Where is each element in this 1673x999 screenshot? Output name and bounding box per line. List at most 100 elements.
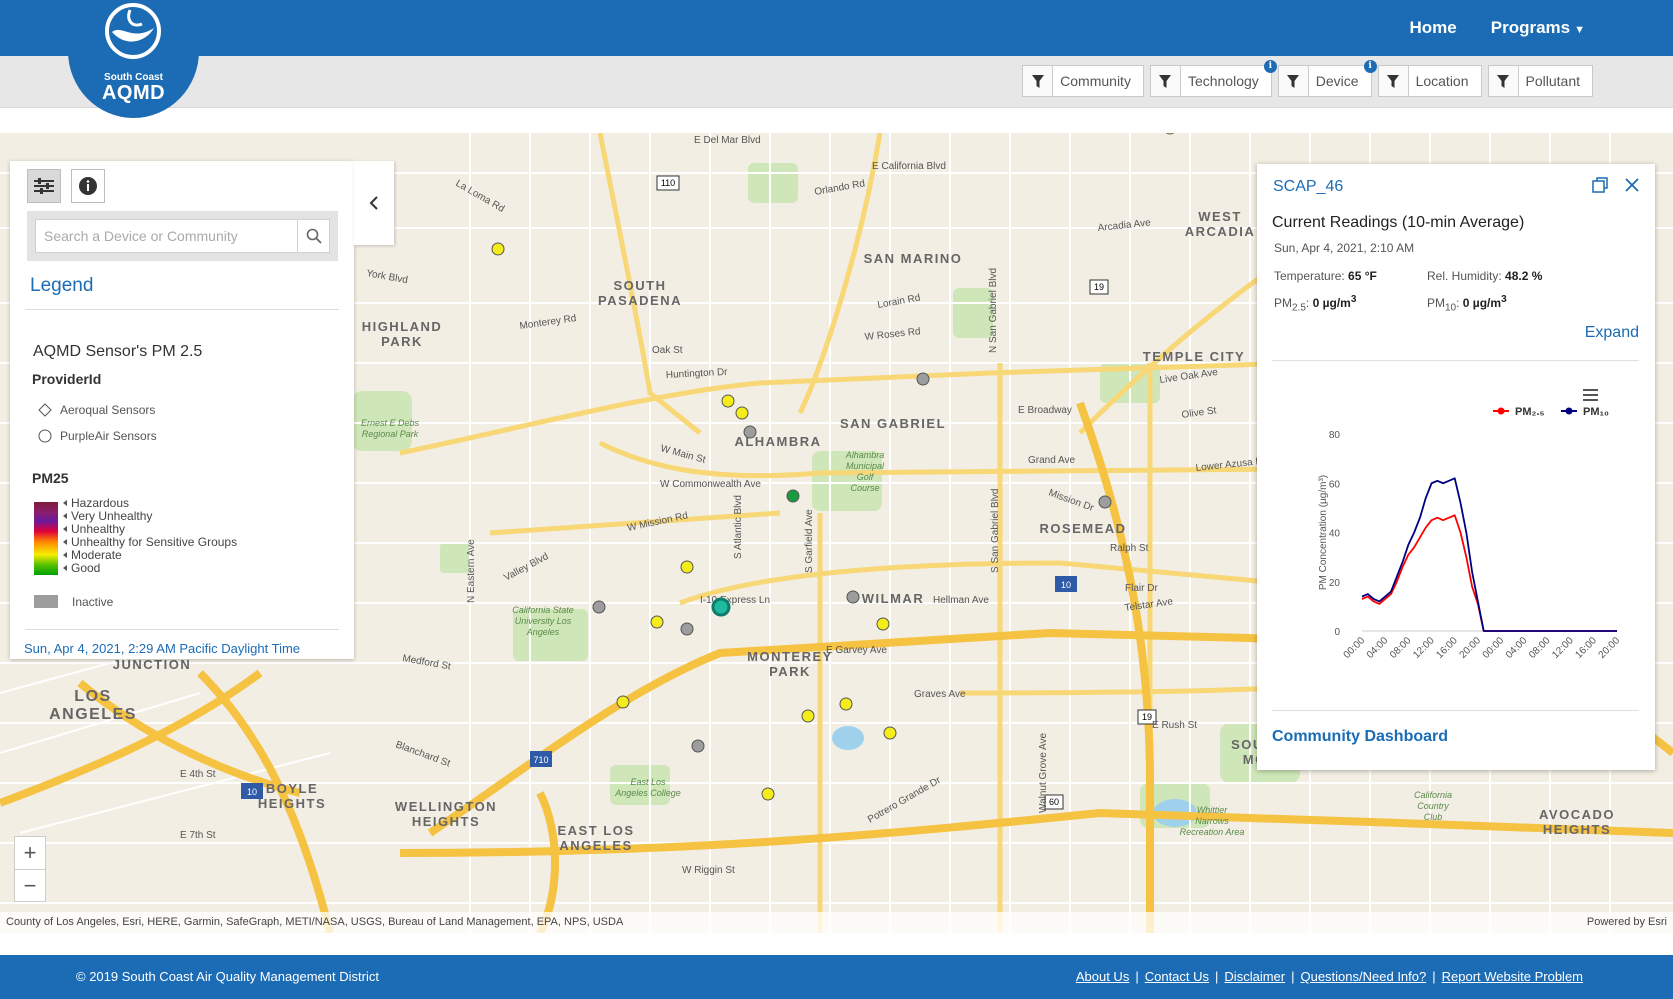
- filter-label: Device: [1315, 73, 1359, 89]
- shield-110: 110: [661, 178, 675, 188]
- place-elac-1: East Los: [630, 777, 666, 787]
- footer-link-disclaimer[interactable]: Disclaimer: [1218, 969, 1291, 984]
- legend-aeroqual-label: Aeroqual Sensors: [60, 403, 156, 417]
- place-golf-1: Alhambra: [845, 450, 885, 460]
- place-golf-2: Municipal: [846, 461, 885, 471]
- close-popup-button[interactable]: [1623, 176, 1641, 194]
- street-walnut-grove: Walnut Grove Ave: [1038, 733, 1049, 813]
- filter-device[interactable]: Device i: [1277, 60, 1377, 97]
- nav-home[interactable]: Home: [1410, 18, 1457, 38]
- popup-actions: [1591, 176, 1641, 194]
- dock-icon: [1592, 177, 1608, 193]
- label-east-los-angeles: EAST LOS: [557, 823, 634, 838]
- legend-label: PM₂.₅: [1515, 406, 1545, 418]
- logo-text-big: AQMD: [101, 82, 166, 104]
- chevron-left-icon: [369, 196, 378, 210]
- diamond-icon: [38, 403, 52, 417]
- filter-community[interactable]: Community: [1022, 65, 1144, 97]
- label-east-los-angeles-2: ANGELES: [559, 838, 632, 853]
- inactive-label: Inactive: [72, 595, 114, 609]
- label-west-arcadia: WEST: [1198, 209, 1242, 224]
- layers-toggle-button[interactable]: [27, 169, 61, 203]
- street-riggin: W Riggin St: [682, 865, 735, 876]
- divider: [25, 629, 339, 630]
- inactive-swatch: [34, 595, 58, 608]
- pm10-label: PM: [1427, 296, 1445, 310]
- aqmd-logo[interactable]: South Coast AQMD: [68, 0, 199, 118]
- powered-by-esri[interactable]: Powered by Esri: [1587, 916, 1667, 928]
- filter-bar: Community Technology i Device i Location Pollu…: [0, 56, 1673, 108]
- legend-title[interactable]: Legend: [30, 275, 93, 297]
- place-debs-1: Ernest E Debs: [361, 418, 420, 428]
- footer-link-contact-us[interactable]: Contact Us: [1139, 969, 1215, 984]
- pm-class-very-unhealthy: Very Unhealthy: [68, 509, 152, 523]
- filter-technology[interactable]: Technology i: [1149, 60, 1277, 97]
- legend-swatch-marker: [1565, 407, 1573, 415]
- place-ccc-3: Club: [1424, 812, 1443, 822]
- search-icon: [306, 228, 322, 244]
- sensor-marker-moderate: [1165, 133, 1175, 135]
- x-tick-label: 12:00: [1411, 635, 1437, 661]
- zoom-in-button[interactable]: +: [15, 837, 45, 869]
- shield-710: 710: [533, 755, 548, 765]
- filter-pollutant[interactable]: Pollutant: [1487, 65, 1593, 97]
- filter-label: Technology: [1187, 73, 1259, 89]
- filter-location[interactable]: Location: [1377, 65, 1482, 97]
- place-whittier-3: Recreation Area: [1180, 827, 1245, 837]
- pm-class-good: Good: [68, 561, 100, 575]
- info-badge-icon[interactable]: i: [1263, 60, 1277, 73]
- legend-field-title: ProviderId: [32, 371, 102, 387]
- sensor-marker-moderate: [721, 394, 735, 408]
- sensor-marker-moderate: [650, 615, 664, 629]
- info-badge-icon[interactable]: i: [1363, 60, 1377, 73]
- street-medford: Medford St: [401, 653, 451, 672]
- place-ccc-2: Country: [1417, 801, 1449, 811]
- nav-programs-label: Programs: [1490, 18, 1571, 37]
- expand-link[interactable]: Expand: [1585, 324, 1639, 342]
- pm-class-hazardous: Hazardous: [68, 496, 129, 510]
- filter-icon: [1488, 66, 1519, 96]
- street-e-del-mar: E Del Mar Blvd: [694, 135, 761, 146]
- shield-10b: 10: [247, 787, 257, 797]
- filter-label: Location: [1415, 73, 1469, 89]
- divider: [1272, 360, 1639, 361]
- street-la-loma: La Loma Rd: [454, 178, 507, 215]
- x-tick-label: 20:00: [1597, 635, 1623, 661]
- label-rosemead: ROSEMEAD: [1039, 521, 1126, 536]
- sensor-marker-moderate: [616, 695, 630, 709]
- street-blanchard: Blanchard St: [394, 739, 452, 769]
- sensor-marker-moderate: [839, 697, 853, 711]
- community-dashboard-link[interactable]: Community Dashboard: [1272, 728, 1448, 746]
- place-whittier-1: Whittier: [1197, 805, 1229, 815]
- nav-programs[interactable]: Programs ▼: [1491, 18, 1585, 38]
- x-tick-label: 12:00: [1550, 635, 1576, 661]
- footer-link-report-website-problem[interactable]: Report Website Problem: [1436, 969, 1589, 984]
- zoom-out-button[interactable]: −: [15, 869, 45, 901]
- chart-menu-icon[interactable]: [1583, 389, 1598, 401]
- search-container: [27, 211, 338, 261]
- divider: [1272, 710, 1639, 711]
- shield-10a: 10: [1061, 580, 1071, 590]
- pm-class-moderate: Moderate: [68, 548, 122, 562]
- search-button[interactable]: [297, 220, 329, 252]
- label-highland-park: HIGHLAND: [362, 319, 443, 334]
- dock-popup-button[interactable]: [1591, 176, 1609, 194]
- label-temple-city: TEMPLE CITY: [1143, 349, 1245, 364]
- legend-aeroqual: Aeroqual Sensors: [38, 403, 155, 417]
- sensor-marker-inactive: [846, 590, 860, 604]
- pm10-unit-sup: 3: [1501, 294, 1507, 305]
- legend-pm-title: PM25: [32, 470, 69, 486]
- temperature-value: 65 °F: [1348, 269, 1377, 283]
- collapse-panel-button[interactable]: [354, 161, 394, 245]
- street-e-7th: E 7th St: [180, 830, 216, 841]
- main-nav: Home Programs ▼: [1410, 0, 1586, 56]
- search-input[interactable]: [36, 220, 297, 252]
- street-w-main: W Main St: [659, 443, 707, 466]
- footer-link-about-us[interactable]: About Us: [1070, 969, 1135, 984]
- filter-icon: [1378, 66, 1409, 96]
- info-button[interactable]: [71, 169, 105, 203]
- series-line: [1361, 477, 1617, 632]
- x-tick-label: 00:00: [1342, 635, 1368, 661]
- footer-link-questions-need-info[interactable]: Questions/Need Info?: [1294, 969, 1432, 984]
- reading-pm25: PM2.5: 0 µg/m3: [1274, 294, 1357, 314]
